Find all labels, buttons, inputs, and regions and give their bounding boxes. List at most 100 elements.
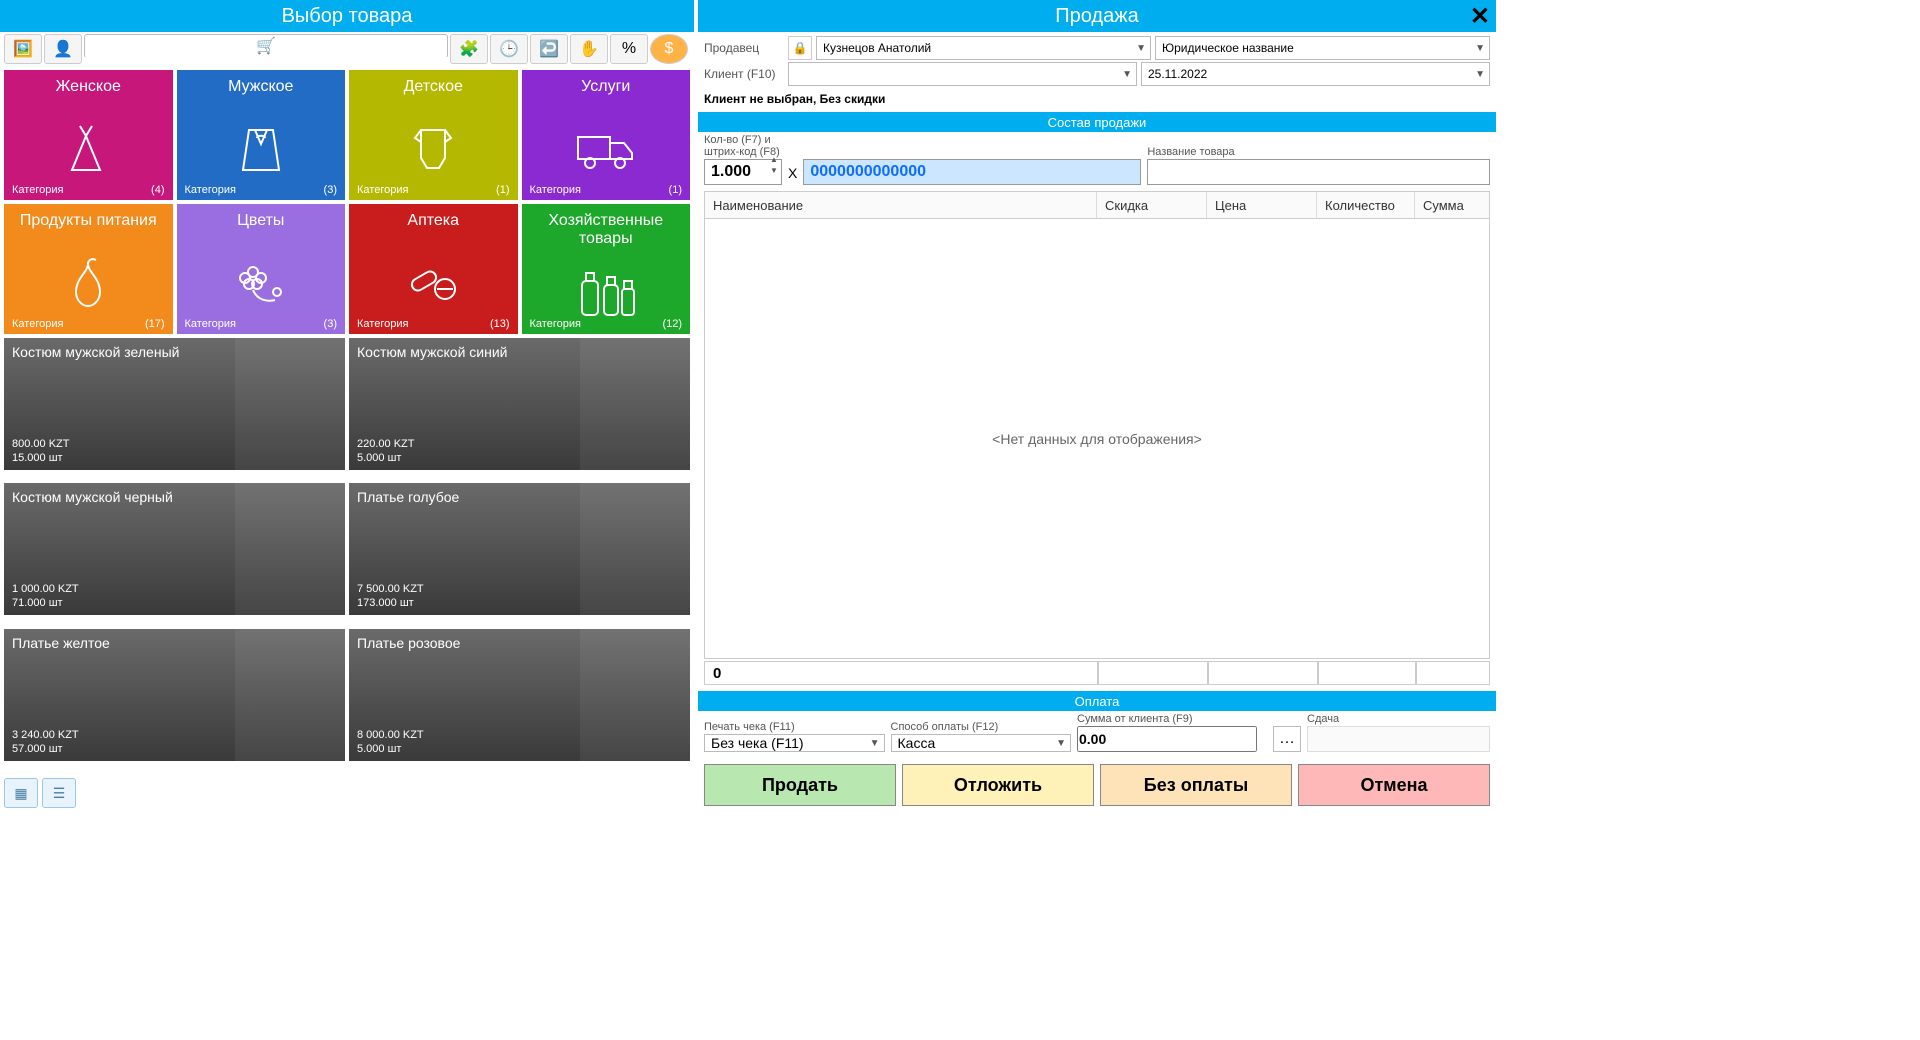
category-count: (13) (490, 318, 510, 330)
amount-label: Сумма от клиента (F9) (1077, 713, 1267, 725)
seller-label: Продавец (704, 41, 784, 55)
right-title-bar: Продажа ✕ (698, 0, 1496, 32)
multiply-label: X (788, 165, 797, 185)
nopay-button[interactable]: Без оплаты (1100, 764, 1292, 806)
barcode-input[interactable] (803, 159, 1141, 185)
toolbar-cart-icon[interactable]: 🛒 (84, 34, 448, 58)
product-tile-5[interactable]: Платье розовое8 000.00 KZT5.000 шт (349, 629, 690, 761)
seller-value: Кузнецов Анатолий (823, 41, 931, 55)
total-price (1208, 661, 1318, 685)
caret-down-icon: ▼ (1475, 43, 1485, 54)
view-list-button[interactable]: ☰ (42, 778, 76, 808)
product-qty: 5.000 шт (357, 452, 401, 464)
toolbar-undo-icon[interactable]: ↩️ (530, 34, 568, 64)
product-photo-placeholder (580, 629, 690, 761)
category-label: Категория (530, 318, 581, 330)
category-tile-3[interactable]: УслугиКатегория(1) (522, 70, 691, 200)
entity-value: Юридическое название (1162, 41, 1294, 55)
product-price: 800.00 KZT (12, 438, 69, 450)
action-buttons: Продать Отложить Без оплаты Отмена (698, 758, 1496, 812)
client-label: Клиент (F10) (704, 67, 784, 81)
category-count: (4) (151, 184, 164, 196)
product-price: 1 000.00 KZT (12, 583, 79, 595)
hold-button[interactable]: Отложить (902, 764, 1094, 806)
romper-icon (403, 100, 463, 196)
category-tile-2[interactable]: Детское Категория (1) (349, 70, 518, 200)
toolbar-person-icon[interactable]: 👤 (44, 34, 82, 64)
category-label: Категория (185, 318, 236, 330)
caret-down-icon: ▼ (1056, 738, 1066, 749)
date-value: 25.11.2022 (1148, 67, 1207, 81)
payment-section-header: Оплата (698, 691, 1496, 711)
date-select[interactable]: 25.11.2022 ▼ (1141, 62, 1490, 86)
category-title: Женское (56, 78, 121, 96)
sell-button[interactable]: Продать (704, 764, 896, 806)
entry-row: Кол-во (F7) и штрих-код (F8) ▲ ▼ X Назва… (698, 132, 1496, 191)
col-price: Цена (1207, 192, 1317, 218)
seller-select[interactable]: Кузнецов Анатолий ▼ (816, 36, 1151, 60)
product-price: 220.00 KZT (357, 438, 414, 450)
close-icon[interactable]: ✕ (1470, 2, 1490, 31)
left-title: Выбор товара (282, 5, 413, 28)
toolbar-puzzle-icon[interactable]: 🧩 (450, 34, 488, 64)
toolbar-dollar-icon[interactable]: $ (650, 34, 688, 64)
toolbar-hand-icon[interactable]: ✋ (570, 34, 608, 64)
toolbar-clock-icon[interactable]: 🕒 (490, 34, 528, 64)
product-price: 7 500.00 KZT (357, 583, 424, 595)
category-tile-7[interactable]: Хозяйственные товарыКатегория(12) (522, 204, 691, 334)
qty-up-icon[interactable]: ▲ (768, 154, 780, 165)
product-tile-4[interactable]: Платье желтое3 240.00 KZT57.000 шт (4, 629, 345, 761)
total-disc (1098, 661, 1208, 685)
paymode-value: Касса (898, 735, 936, 751)
print-select[interactable]: Без чека (F11) ▼ (704, 734, 885, 752)
product-photo-placeholder (235, 483, 345, 615)
empty-state: <Нет данных для отображения> (992, 431, 1202, 447)
category-label: Категория (12, 318, 63, 330)
category-count: (1) (496, 184, 509, 196)
change-output (1307, 726, 1490, 752)
total-sum (1416, 661, 1490, 685)
amount-input[interactable] (1077, 726, 1257, 752)
col-sum: Сумма (1415, 192, 1489, 218)
product-photo-placeholder (580, 483, 690, 615)
toolbar-picture-icon[interactable]: 🖼️ (4, 34, 42, 64)
category-tile-5[interactable]: ЦветыКатегория(3) (177, 204, 346, 334)
product-tile-1[interactable]: Костюм мужской синий220.00 KZT5.000 шт (349, 338, 690, 470)
cancel-button[interactable]: Отмена (1298, 764, 1490, 806)
left-toolbar: 🖼️ 👤 🛒 🧩 🕒 ↩️ ✋ % $ (0, 32, 694, 66)
pear-icon (63, 234, 113, 330)
paymode-select[interactable]: Касса ▼ (891, 734, 1072, 752)
entity-select[interactable]: Юридическое название ▼ (1155, 36, 1490, 60)
total-qty (1318, 661, 1416, 685)
qty-down-icon[interactable]: ▼ (768, 165, 780, 176)
product-photo-placeholder (235, 629, 345, 761)
product-selection-panel: Выбор товара 🖼️ 👤 🛒 🧩 🕒 ↩️ ✋ % $ Женское… (0, 0, 698, 812)
amount-more-button[interactable]: … (1273, 726, 1301, 752)
category-tile-4[interactable]: Продукты питания Категория (17) (4, 204, 173, 334)
product-qty: 173.000 шт (357, 597, 414, 609)
name-input[interactable] (1147, 159, 1490, 185)
category-title: Детское (404, 78, 463, 96)
client-select[interactable]: ▼ (788, 62, 1137, 86)
lock-icon[interactable]: 🔒 (788, 36, 812, 60)
product-tile-3[interactable]: Платье голубое7 500.00 KZT173.000 шт (349, 483, 690, 615)
view-grid-button[interactable]: ▦ (4, 778, 38, 808)
category-label: Категория (530, 184, 581, 196)
category-tile-1[interactable]: МужскоеКатегория(3) (177, 70, 346, 200)
sale-table-totals: 0 (704, 661, 1490, 685)
category-count: (17) (145, 318, 165, 330)
suit-icon (231, 100, 291, 196)
product-tile-0[interactable]: Костюм мужской зеленый800.00 KZT15.000 ш… (4, 338, 345, 470)
print-value: Без чека (F11) (711, 735, 804, 751)
pills-icon (403, 234, 463, 330)
category-label: Категория (357, 184, 408, 196)
right-title: Продажа (1055, 5, 1138, 28)
category-title: Аптека (407, 212, 459, 230)
toolbar-percent-icon[interactable]: % (610, 34, 648, 64)
category-count: (12) (662, 318, 682, 330)
category-title: Продукты питания (20, 212, 157, 230)
category-tile-6[interactable]: АптекаКатегория(13) (349, 204, 518, 334)
product-tile-2[interactable]: Костюм мужской черный1 000.00 KZT71.000 … (4, 483, 345, 615)
category-tile-0[interactable]: ЖенскоеКатегория(4) (4, 70, 173, 200)
client-status: Клиент не выбран, Без скидки (698, 90, 1496, 112)
